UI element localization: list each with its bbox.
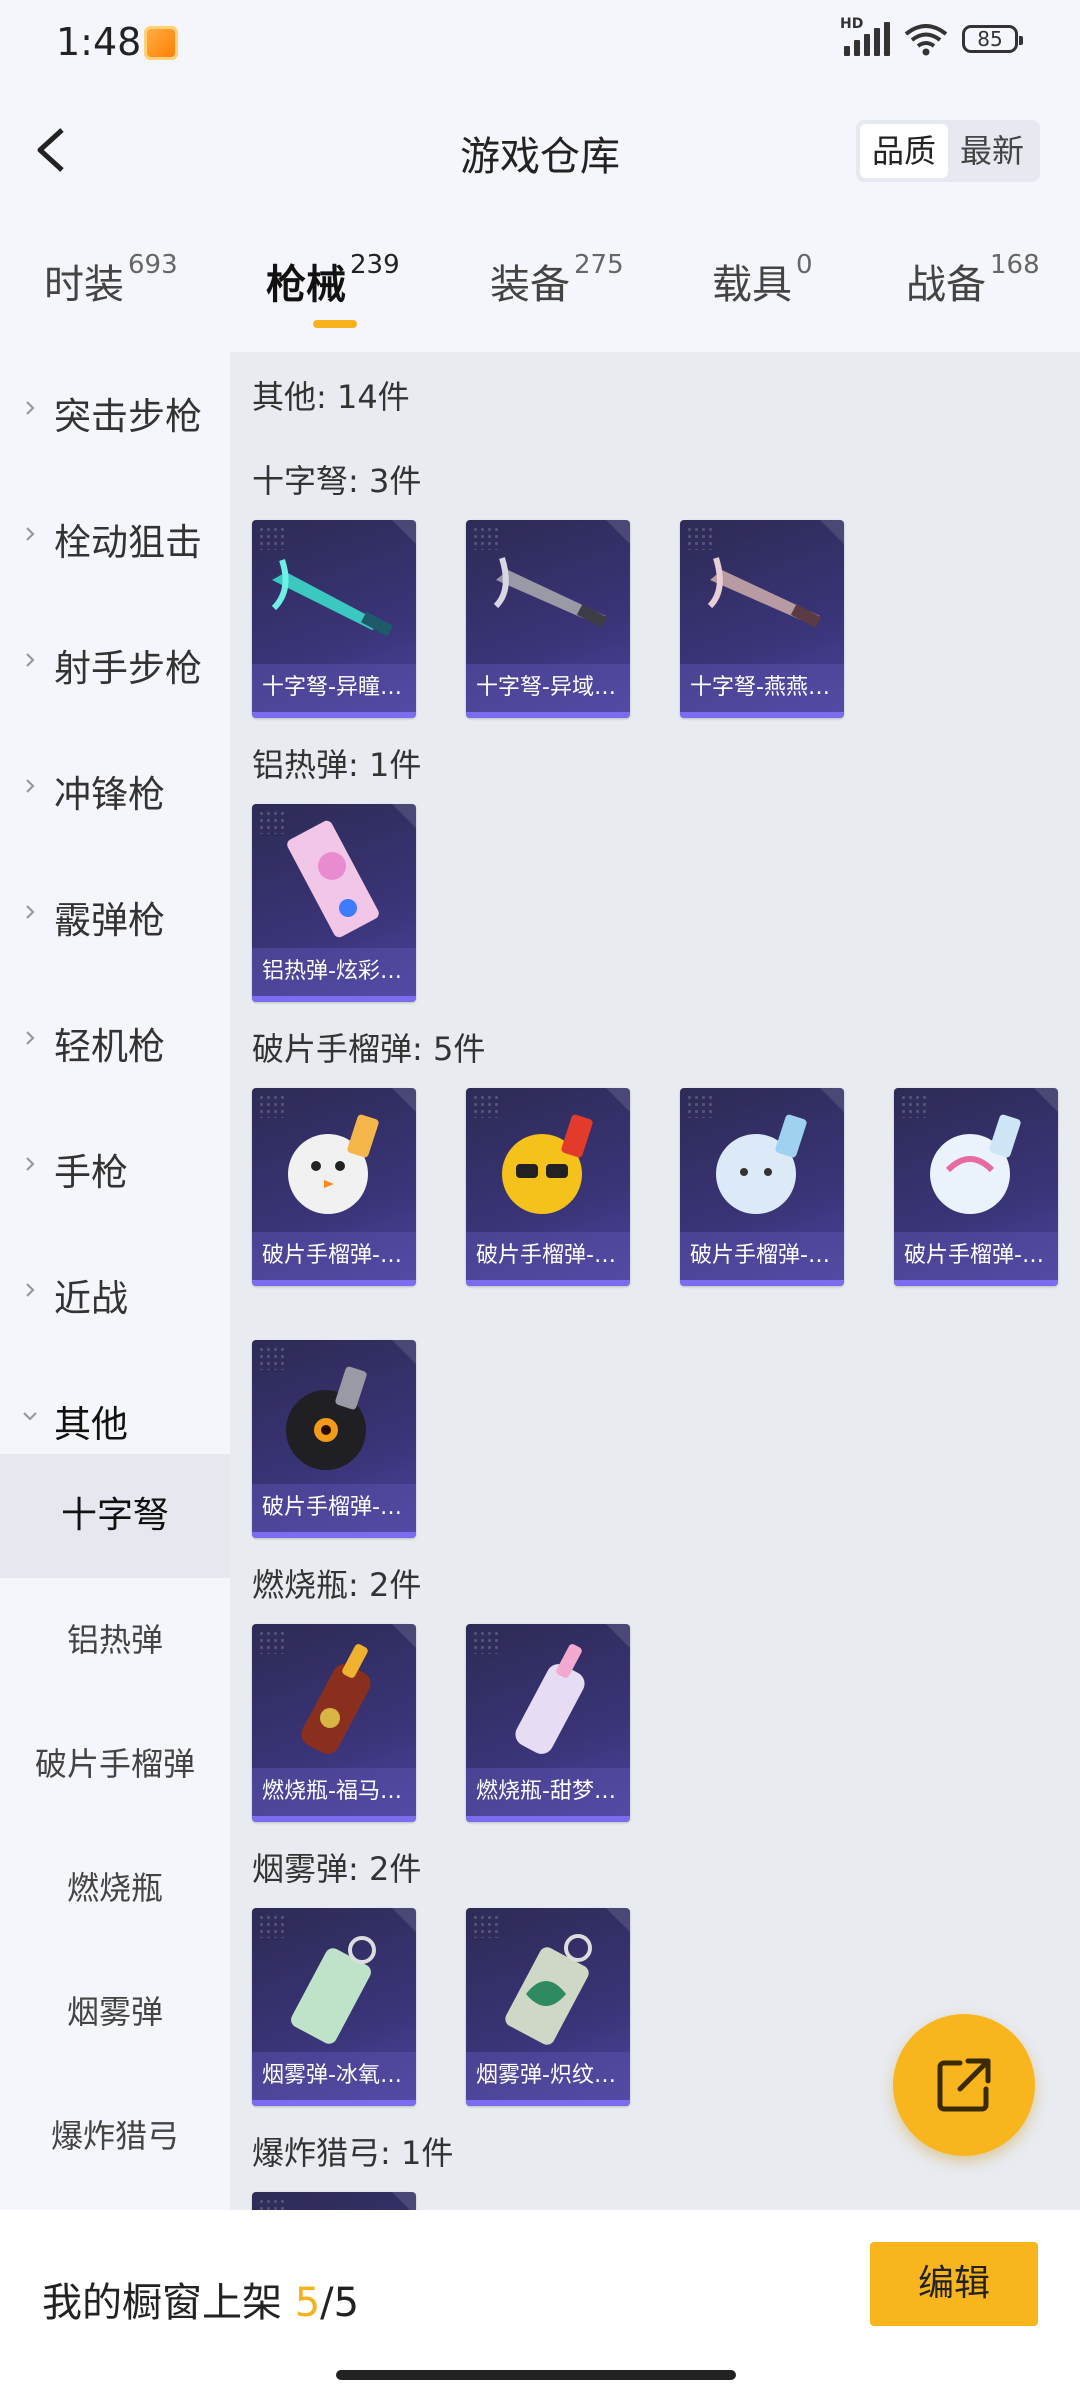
sidebar-subitem-thermite[interactable]: 铝热弹 [0,1578,230,1702]
tab-fashion[interactable]: 时装 693 [44,250,178,310]
item-card[interactable]: 破片手榴弹-… [466,1088,630,1286]
home-indicator[interactable] [336,2370,736,2380]
sort-toggle: 品质 最新 [855,120,1040,182]
item-list: 其他: 14件 十字弩: 3件 十字弩-异瞳… 十字弩-异域… 十字弩-燕燕… … [230,352,1080,2212]
item-card[interactable] [252,2192,416,2212]
share-fab-button[interactable] [893,2014,1035,2156]
item-card[interactable]: 铝热弹-炫彩… [252,804,416,1002]
sidebar-subitem-crossbow[interactable]: 十字弩 [0,1454,230,1578]
sidebar-subitem-explosive-bow[interactable]: 爆炸猎弓 [0,2074,230,2198]
category-tabs: 时装 693 枪械 239 装备 275 载具 0 战备 168 [0,240,1080,340]
external-link-icon [937,2058,991,2112]
section-title: 十字弩: 3件 [252,462,422,500]
chevron-right-icon [26,1031,35,1045]
item-card[interactable]: 破片手榴弹-… [252,1340,416,1538]
item-card[interactable]: 十字弩-燕燕… [680,520,844,718]
chevron-right-icon [26,1157,35,1171]
sort-latest-button[interactable]: 最新 [948,124,1036,178]
tab-guns[interactable]: 枪械 239 [266,250,400,310]
tab-vehicles[interactable]: 载具 0 [712,250,813,310]
grenade-icon [286,1366,367,1470]
sidebar-item-marksman-rifle[interactable]: 射手步枪 [0,604,230,730]
section-title: 铝热弹: 1件 [252,746,422,784]
smoke-grenade-icon [505,1934,592,2045]
item-card[interactable]: 破片手榴弹-… [680,1088,844,1286]
section-title: 燃烧瓶: 2件 [252,1566,422,1604]
chevron-right-icon [26,527,35,541]
item-card[interactable]: 十字弩-异域… [466,520,630,718]
tab-equipment[interactable]: 装备 275 [490,250,624,310]
thermite-icon [287,820,379,938]
item-card[interactable]: 烟雾弹-冰氧… [252,1908,416,2106]
sidebar-item-assault-rifle[interactable]: 突击步枪 [0,352,230,478]
total-count: 其他: 14件 [252,378,410,416]
edit-button[interactable]: 编辑 [870,2242,1038,2326]
sidebar-item-bolt-sniper[interactable]: 栓动狙击 [0,478,230,604]
sidebar: 突击步枪 栓动狙击 射手步枪 冲锋枪 霰弹枪 轻机枪 手枪 近战 其他 十字弩 … [0,352,230,2212]
sort-quality-button[interactable]: 品质 [859,124,948,178]
sidebar-item-pistol[interactable]: 手枪 [0,1108,230,1234]
cell-signal-icon: HD [840,16,890,56]
section-title: 破片手榴弹: 5件 [252,1030,486,1068]
section-title: 爆炸猎弓: 1件 [252,2134,454,2172]
section-title: 烟雾弹: 2件 [252,1850,422,1888]
status-time: 1:48 [56,20,142,64]
item-card[interactable]: 烟雾弹-炽纹… [466,1908,630,2106]
page-header: 游戏仓库 品质 最新 [0,100,1080,200]
chevron-down-icon [23,1412,37,1421]
item-card[interactable]: 破片手榴弹-… [252,1088,416,1286]
showcase-status: 我的橱窗上架 5/5 [42,2280,360,2326]
sidebar-item-lmg[interactable]: 轻机枪 [0,982,230,1108]
status-bar: 1:48 HD 85 [0,0,1080,88]
active-tab-indicator [313,320,357,328]
chevron-right-icon [26,653,35,667]
tab-combat-supplies[interactable]: 战备 168 [906,250,1040,310]
battery-icon: 85 [962,25,1023,53]
crossbow-icon [493,557,608,628]
sidebar-item-shotgun[interactable]: 霰弹枪 [0,856,230,982]
smoke-grenade-icon [291,1936,376,2044]
grenade-icon [502,1114,593,1214]
item-card[interactable]: 十字弩-异瞳… [252,520,416,718]
sidebar-subitem-molotov[interactable]: 燃烧瓶 [0,1826,230,1950]
crossbow-icon [707,557,822,628]
chevron-right-icon [26,905,35,919]
item-card[interactable]: 燃烧瓶-福马… [252,1624,416,1822]
chevron-right-icon [26,401,35,415]
grenade-icon [930,1114,1021,1214]
molotov-icon [301,1644,371,1754]
item-card[interactable]: 破片手榴弹-… [894,1088,1058,1286]
grenade-icon [716,1114,807,1214]
crossbow-icon [271,559,394,637]
sidebar-subitem-frag-grenade[interactable]: 破片手榴弹 [0,1702,230,1826]
item-card[interactable]: 燃烧瓶-甜梦… [466,1624,630,1822]
sidebar-subitem-smoke[interactable]: 烟雾弹 [0,1950,230,2074]
grenade-icon [288,1114,379,1214]
wifi-icon [904,24,948,56]
app-notification-icon [144,26,178,60]
chevron-right-icon [26,1283,35,1297]
sidebar-item-melee[interactable]: 近战 [0,1234,230,1360]
sidebar-item-smg[interactable]: 冲锋枪 [0,730,230,856]
chevron-right-icon [26,779,35,793]
molotov-icon [515,1644,585,1754]
